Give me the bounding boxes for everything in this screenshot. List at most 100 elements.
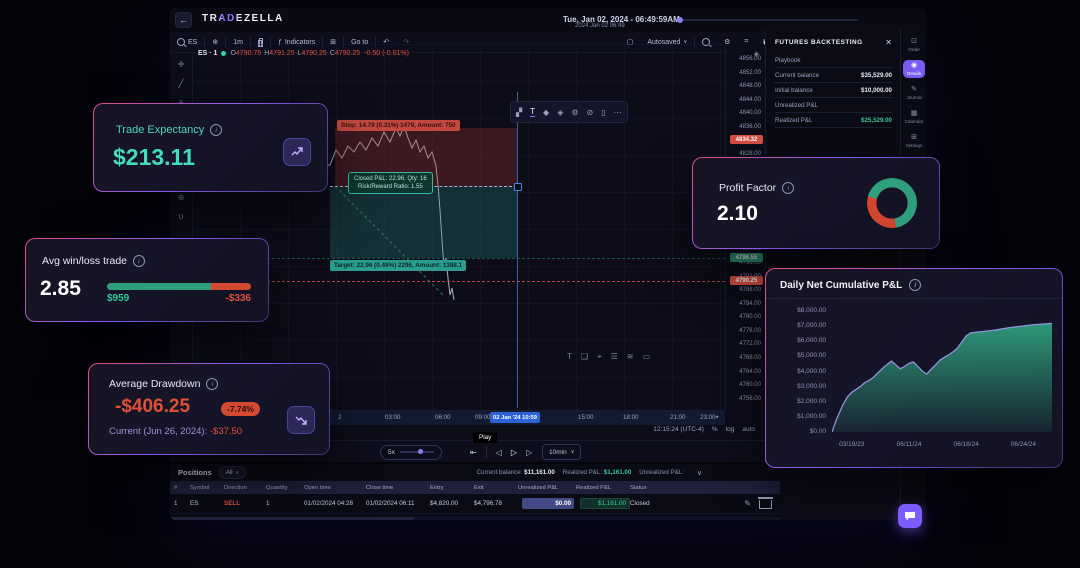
column-header: # xyxy=(170,485,186,491)
chart-area[interactable]: Stop: 14.79 (0.31%) 1479, Amount: 750 Cl… xyxy=(192,44,725,410)
legend-ohlc-pair: O4790.75 xyxy=(230,50,261,57)
cell: 1 xyxy=(170,500,186,507)
rect-tool-icon[interactable]: ▭ xyxy=(642,352,650,362)
line-color-icon[interactable]: ◈ xyxy=(557,108,563,117)
interval-value: 10min xyxy=(549,449,567,456)
cell: 1 xyxy=(262,500,300,507)
support-chat-button[interactable] xyxy=(898,504,922,528)
pnl-y-axis: $8,000.00$7,000.00$6,000.00$5,000.00$4,0… xyxy=(774,307,826,435)
replay-slider-handle[interactable] xyxy=(677,17,683,23)
expand-metric-button[interactable] xyxy=(287,406,315,434)
crosshair-icon[interactable]: ✛ xyxy=(178,60,185,70)
collapse-panel-icon[interactable]: ∨ xyxy=(697,469,702,477)
current-price-line xyxy=(192,281,725,282)
price-tick: 4768.00 xyxy=(739,355,761,361)
replay-cursor-handle[interactable] xyxy=(514,183,522,191)
more-icon[interactable]: ⋯ xyxy=(614,108,622,117)
positions-filter[interactable]: All ∨ xyxy=(219,466,246,479)
symbol-status-dot xyxy=(221,51,226,56)
card-title: Daily Net Cumulative P&L xyxy=(780,280,902,291)
settings-icon[interactable]: ⚙ xyxy=(571,108,578,117)
avg-win-value: $959 xyxy=(107,293,129,304)
callout-icon[interactable]: ❑ xyxy=(581,352,588,362)
rail-item-details[interactable]: ◉Details xyxy=(903,60,925,78)
info-icon[interactable]: i xyxy=(133,255,145,267)
x-tick: 06/24/24 xyxy=(1011,441,1036,448)
closed-pnl-label: Closed P&L: 22.96, Qty: 16 Risk/Reward R… xyxy=(348,172,433,194)
current-balance-value: $11,161.00 xyxy=(524,469,555,476)
cell: $4,796.78 xyxy=(470,500,514,507)
auto-scale-toggle[interactable]: auto xyxy=(742,426,755,433)
trend-line-icon[interactable]: ╱ xyxy=(179,79,184,89)
price-tick: 4760.00 xyxy=(739,382,761,388)
chart-legend: ES · 1 O4790.75H4791.25L4790.25C4790.25 … xyxy=(198,50,409,57)
price-tick: 4788.00 xyxy=(739,287,761,293)
rail-item-calendar[interactable]: ▦Calendar xyxy=(903,108,925,126)
speed-slider[interactable] xyxy=(400,451,434,453)
settings-icon: ⊞ xyxy=(911,134,917,142)
replay-speed-control[interactable]: 5x xyxy=(380,445,442,460)
positions-panel: Positions All ∨ Current balance: $11,161… xyxy=(170,462,780,520)
session-clock[interactable]: 12:15:24 (UTC-4) xyxy=(653,426,704,433)
expand-metric-button[interactable] xyxy=(283,138,311,166)
rail-item-journal[interactable]: ✎Journal xyxy=(903,84,925,102)
profit-factor-card: Profit Factori 2.10 xyxy=(692,157,940,249)
current-drawdown-label: Current (Jun 26, 2024): xyxy=(109,426,207,437)
profit-factor-donut xyxy=(867,178,917,228)
info-icon[interactable]: i xyxy=(909,279,921,291)
step-forward-button[interactable]: ▷ xyxy=(526,448,532,457)
jump-to-bar-icon[interactable]: ⇤ xyxy=(470,448,477,457)
magnet-icon[interactable]: ∪ xyxy=(178,212,184,222)
speed-slider-knob[interactable] xyxy=(418,449,423,454)
delete-icon[interactable] xyxy=(759,500,772,509)
price-tick: 4840.00 xyxy=(739,110,761,116)
replay-cursor-line[interactable] xyxy=(517,92,518,408)
step-back-button[interactable]: ◁ xyxy=(496,448,502,457)
y-tick: $6,000.00 xyxy=(797,337,826,344)
parallel-lines-icon[interactable]: ☰ xyxy=(611,352,618,362)
text-format-icon[interactable]: T xyxy=(530,107,535,117)
positions-scrollbar[interactable] xyxy=(170,517,780,520)
percent-scale-toggle[interactable]: % xyxy=(712,426,718,433)
replay-interval-select[interactable]: 10min ∨ xyxy=(542,444,581,460)
info-icon[interactable]: i xyxy=(210,124,222,136)
play-button[interactable]: ▷ xyxy=(511,448,517,457)
log-scale-toggle[interactable]: log xyxy=(726,426,735,433)
price-tick: 4776.00 xyxy=(739,328,761,334)
wave-icon[interactable]: ≋ xyxy=(627,352,634,362)
y-tick: $2,000.00 xyxy=(797,398,826,405)
chart-up-icon xyxy=(291,146,303,158)
backtesting-row: Current balance$35,529.00 xyxy=(775,68,892,83)
zoom-in-icon[interactable]: ⊕ xyxy=(178,193,185,203)
anchor-points-icon[interactable]: ▞ xyxy=(516,108,522,117)
position-row[interactable]: 1ESSELL101/02/2024 04:2801/02/2024 06:11… xyxy=(170,494,780,514)
info-icon[interactable]: i xyxy=(782,182,794,194)
rail-item-settings[interactable]: ⊞Settings xyxy=(903,132,925,150)
y-tick: $1,000.00 xyxy=(797,413,826,420)
details-icon: ◉ xyxy=(911,62,917,70)
column-header: Realized P&L xyxy=(572,485,626,491)
column-header: Quantity xyxy=(262,485,300,491)
column-header: Symbol xyxy=(186,485,220,491)
fill-color-icon[interactable]: ◆ xyxy=(543,108,549,117)
text-note-icon[interactable]: T xyxy=(567,352,572,362)
back-button[interactable]: ← xyxy=(175,12,192,28)
edit-icon[interactable]: ✎ xyxy=(740,499,751,508)
rail-item-order[interactable]: ⊡Order xyxy=(903,36,925,54)
close-icon[interactable]: ✕ xyxy=(885,38,892,47)
delete-icon[interactable]: ▯ xyxy=(601,108,605,117)
legend-ohlc: O4790.75H4791.25L4790.25C4790.25 xyxy=(230,50,360,57)
replay-timeline-slider[interactable] xyxy=(678,19,858,21)
play-tooltip: Play xyxy=(473,432,497,443)
time-tick: 03:00 xyxy=(385,414,400,421)
lock-icon[interactable]: ⊘ xyxy=(587,108,594,117)
price-tick: 4836.00 xyxy=(739,124,761,130)
column-header: Direction xyxy=(220,485,262,491)
trade-expectancy-card: Trade Expectancyi $213.11 xyxy=(93,103,328,192)
rail-item-label: Settings xyxy=(906,143,923,148)
y-tick: $7,000.00 xyxy=(797,322,826,329)
info-icon[interactable]: i xyxy=(206,378,218,390)
scroll-to-now-icon[interactable]: ⌖ xyxy=(715,414,719,422)
x-tick: 06/11/24 xyxy=(897,441,922,448)
pin-icon[interactable]: ⌖ xyxy=(597,352,602,362)
